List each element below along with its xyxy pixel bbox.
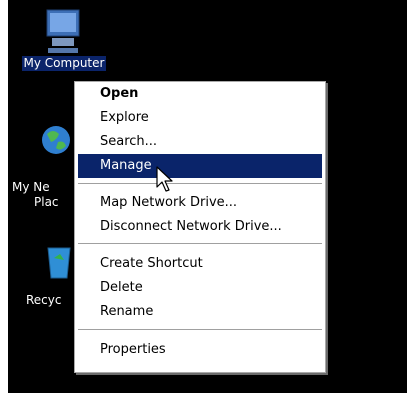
menu-item-search[interactable]: Search... — [78, 130, 322, 154]
arrow-pointer-icon — [156, 166, 173, 192]
menu-item-open[interactable]: Open — [78, 82, 322, 106]
my-computer-label: My Computer — [21, 56, 107, 71]
menu-item-map-network-drive[interactable]: Map Network Drive... — [78, 191, 322, 215]
menu-item-create-shortcut[interactable]: Create Shortcut — [78, 252, 322, 276]
menu-separator — [78, 329, 322, 331]
menu-item-disconnect-network-drive[interactable]: Disconnect Network Drive... — [78, 215, 322, 239]
menu-separator — [78, 243, 322, 245]
network-globe-icon — [42, 126, 70, 154]
menu-item-delete[interactable]: Delete — [78, 276, 322, 300]
my-network-places-label-line1: My Ne — [12, 180, 50, 194]
menu-item-properties[interactable]: Properties — [78, 338, 322, 362]
recycle-bin-icon — [47, 247, 71, 279]
my-network-places-label-line2: Plac — [34, 195, 59, 209]
recycle-bin-label: Recyc — [26, 293, 62, 307]
menu-item-explore[interactable]: Explore — [78, 106, 322, 130]
context-menu: Open Explore Search... Manage Map Networ… — [74, 81, 326, 373]
menu-separator — [78, 183, 322, 185]
desktop-icon-my-computer[interactable]: My Computer — [14, 8, 114, 71]
my-computer-icon — [46, 9, 80, 53]
menu-item-manage[interactable]: Manage — [78, 154, 322, 178]
desktop: My Computer My Ne Plac Recyc Open Explor… — [8, 0, 407, 393]
menu-item-rename[interactable]: Rename — [78, 300, 322, 324]
